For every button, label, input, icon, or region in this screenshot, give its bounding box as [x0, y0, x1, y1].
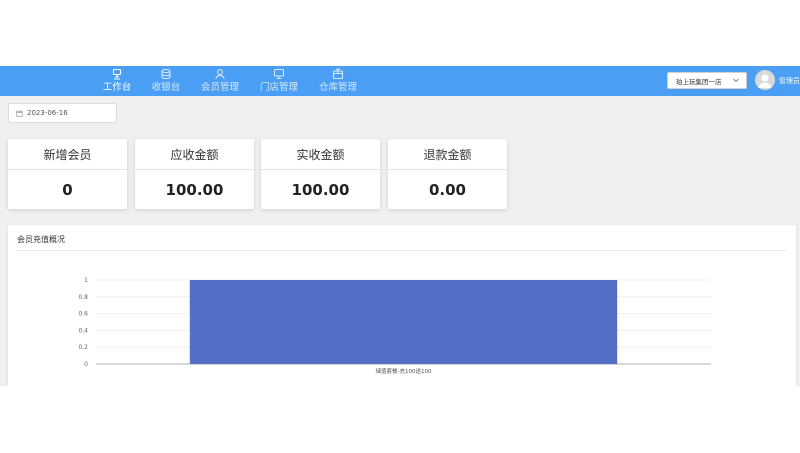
- y-tick-label: 0.2: [78, 344, 88, 351]
- store-icon: [273, 68, 285, 80]
- username[interactable]: 管理员: [779, 76, 800, 86]
- workbench-icon: [112, 68, 122, 80]
- cashier-icon: [161, 68, 171, 80]
- member-icon: [215, 69, 225, 80]
- calendar-icon: [16, 110, 23, 117]
- stat-card-value: 0: [62, 180, 73, 199]
- warehouse-icon: [332, 68, 344, 80]
- stat-card-label: 实收金额: [261, 139, 380, 170]
- stat-card-received: 实收金额 100.00: [261, 139, 380, 209]
- bar-chart: 0 0.2 0.4 0.6 0.8 1 储值套餐-充100送100: [78, 277, 711, 375]
- x-tick-label: 储值套餐-充100送100: [376, 367, 432, 375]
- store-select[interactable]: 珀上玩集团一店: [667, 72, 747, 89]
- stat-card-value: 100.00: [165, 180, 224, 199]
- stat-card-label: 新增会员: [8, 139, 127, 170]
- y-tick-label: 1: [84, 277, 88, 284]
- nav-item-label: 工作台: [102, 82, 132, 93]
- nav-item-label: 会员管理: [200, 82, 239, 93]
- top-navigation-bar: 工作台 收银台 会员管理 门店管理 仓库管理 珀上玩集团一店 管理员: [0, 66, 800, 96]
- nav-item-label: 门店管理: [259, 82, 298, 93]
- nav-item-stores[interactable]: 门店管理: [258, 66, 300, 96]
- store-select-value: 珀上玩集团一店: [676, 77, 722, 86]
- nav-item-cashier[interactable]: 收银台: [150, 66, 182, 96]
- y-tick-label: 0.4: [78, 327, 88, 334]
- y-tick-label: 0.8: [78, 294, 88, 301]
- avatar[interactable]: [755, 70, 775, 90]
- y-tick-label: 0.6: [78, 311, 88, 318]
- chevron-down-icon: [733, 78, 739, 83]
- app-window: 工作台 收银台 会员管理 门店管理 仓库管理 珀上玩集团一店 管理员 2023-…: [0, 66, 800, 386]
- stat-card-label: 退款金额: [388, 139, 507, 170]
- stat-card-refund: 退款金额 0.00: [388, 139, 507, 209]
- stat-card-new-members: 新增会员 0: [8, 139, 127, 209]
- stat-card-value: 0.00: [428, 180, 466, 199]
- y-tick-label: 0: [84, 361, 88, 368]
- stat-card-receivable: 应收金额 100.00: [135, 139, 254, 209]
- bar: [189, 280, 618, 364]
- user-avatar-icon: [758, 74, 772, 88]
- stat-card-label: 应收金额: [135, 139, 254, 170]
- nav-item-label: 收银台: [151, 82, 181, 93]
- recharge-overview-panel: 会员充值概况 0 0.2 0.4 0.6 0.8 1 储值套餐-充100送100: [8, 225, 796, 386]
- stat-card-value: 100.00: [291, 180, 350, 199]
- nav-item-label: 仓库管理: [318, 82, 357, 93]
- date-picker[interactable]: 2023-06-16: [8, 103, 117, 123]
- nav-item-workbench[interactable]: 工作台: [101, 66, 133, 96]
- date-value: 2023-06-16: [27, 109, 68, 117]
- nav-item-members[interactable]: 会员管理: [199, 66, 241, 96]
- nav-item-warehouse[interactable]: 仓库管理: [317, 66, 359, 96]
